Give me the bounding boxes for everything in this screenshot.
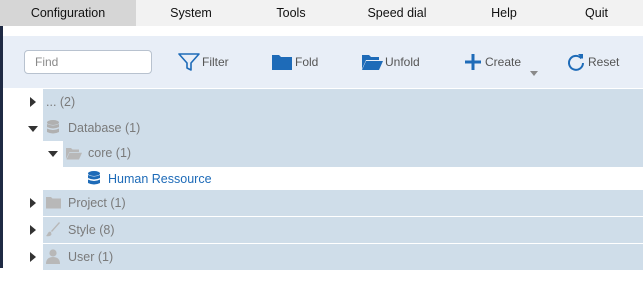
tree-row-label: ... (2)	[46, 95, 76, 109]
tree-row-label: core (1)	[88, 146, 132, 160]
chevron-down-icon[interactable]	[530, 66, 538, 80]
folder-icon	[271, 53, 293, 71]
fold-label: Fold	[295, 55, 319, 69]
expand-arrow-icon[interactable]	[28, 198, 38, 208]
plus-icon	[463, 52, 483, 72]
tree-row-label: Style (8)	[68, 223, 115, 237]
collapse-arrow-icon[interactable]	[48, 149, 58, 159]
tree-row-database[interactable]: Database (1)	[23, 115, 643, 141]
tree-row-style[interactable]: Style (8)	[23, 217, 643, 243]
menu-tools[interactable]: Tools	[246, 0, 336, 26]
collapse-arrow-icon[interactable]	[28, 124, 38, 134]
user-icon	[46, 249, 60, 264]
folder-icon	[46, 196, 61, 209]
folder-open-icon	[66, 147, 82, 160]
expand-arrow-icon[interactable]	[28, 252, 38, 262]
tree-row-core[interactable]: core (1)	[23, 141, 643, 167]
menu-bar: Configuration System Tools Speed dial He…	[0, 0, 643, 26]
database-icon	[88, 171, 100, 186]
reset-label: Reset	[588, 55, 620, 69]
menu-speed-dial[interactable]: Speed dial	[336, 0, 458, 26]
create-button[interactable]: Create	[463, 51, 521, 73]
refresh-icon	[566, 52, 586, 72]
tree-row-human-ressource[interactable]: Human Ressource	[23, 166, 643, 192]
brush-icon	[46, 222, 61, 237]
reset-button[interactable]: Reset	[566, 51, 619, 73]
menu-help[interactable]: Help	[458, 0, 550, 26]
expand-arrow-icon[interactable]	[28, 225, 38, 235]
tree-row-ellipsis[interactable]: ... (2)	[23, 89, 643, 115]
filter-label: Filter	[202, 55, 229, 69]
tree-row-label: Database (1)	[68, 121, 141, 135]
filter-button[interactable]: Filter	[178, 51, 229, 73]
tree-row-project[interactable]: Project (1)	[23, 190, 643, 216]
menu-quit[interactable]: Quit	[550, 0, 643, 26]
expand-arrow-icon[interactable]	[28, 97, 38, 107]
folder-open-icon	[361, 53, 383, 71]
tree-row-label: Human Ressource	[108, 172, 212, 186]
filter-icon	[178, 52, 200, 72]
unfold-label: Unfold	[385, 55, 420, 69]
menu-configuration[interactable]: Configuration	[0, 0, 136, 26]
fold-button[interactable]: Fold	[271, 51, 318, 73]
tree-row-label: User (1)	[68, 250, 114, 264]
database-icon	[47, 120, 59, 135]
tree-row-label: Project (1)	[68, 196, 126, 210]
create-label: Create	[485, 55, 522, 69]
unfold-button[interactable]: Unfold	[361, 51, 420, 73]
toolbar: Filter Fold Unfold Create Reset	[3, 36, 643, 88]
search-input[interactable]	[24, 50, 152, 74]
tree-row-user[interactable]: User (1)	[23, 244, 643, 270]
menu-system[interactable]: System	[136, 0, 246, 26]
